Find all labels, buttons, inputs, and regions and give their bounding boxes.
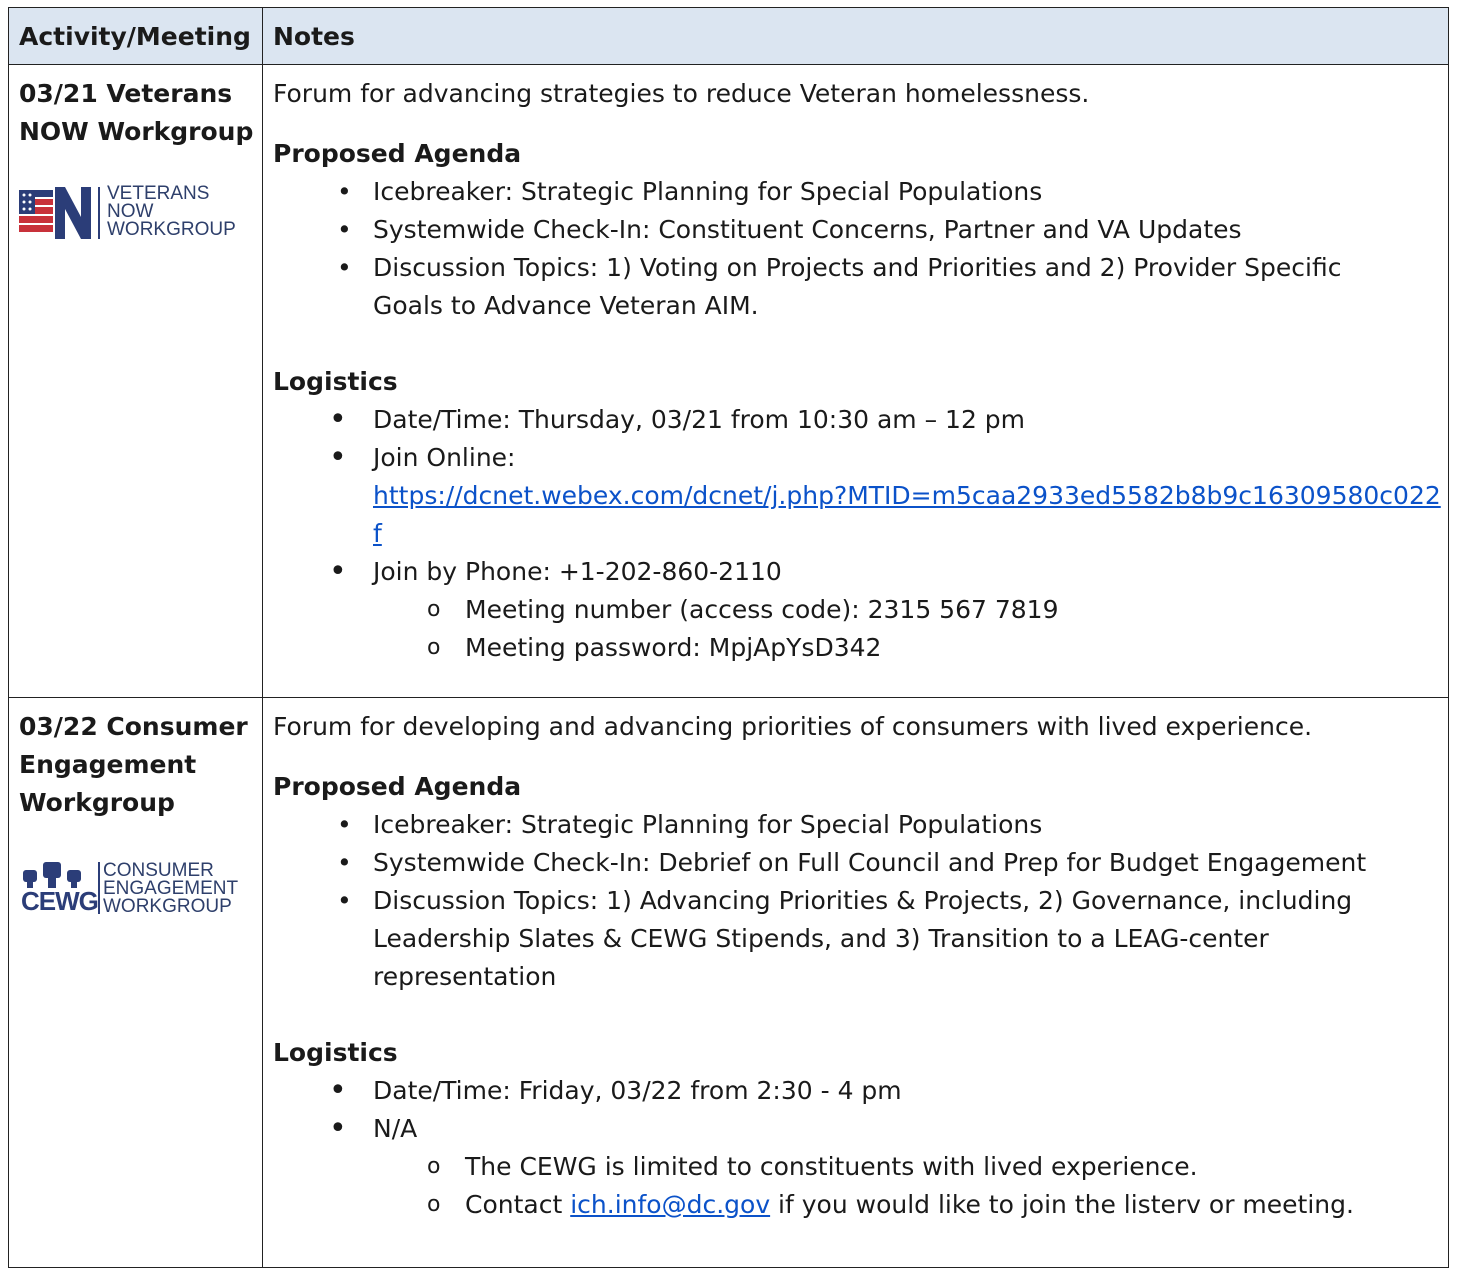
intro-text: Forum for developing and advancing prior… [273,712,1313,741]
cewg-mark: CEWG [21,886,99,916]
list-item: • Discussion Topics: 1) Voting on Project… [337,253,1342,320]
list-item: • Join Online: https://dcnet.webex.com/dc… [329,440,1441,548]
logistics-list: • Date/Time: Friday, 03/22 from 2:30 - 4 … [273,1072,1448,1224]
list-item: • Join by Phone: +1-202-860-2110 o Meeting… [273,553,1448,667]
list-item: • Icebreaker: Strategic Planning for Spec… [337,177,1043,206]
phone-details: o Meeting number (access code): 2315 567 … [273,591,1448,667]
activity-cell: 03/21 Veterans NOW Workgroup VETERANS NO… [8,64,263,698]
agenda-list: • Icebreaker: Strategic Planning for Spec… [273,806,1448,996]
activity-cell: 03/22 Consumer Engagement Workgroup CEWG [8,697,263,1268]
header-notes: Notes [262,7,1449,65]
logo-divider [98,862,100,914]
contact-email-link[interactable]: ich.info@dc.gov [570,1190,770,1219]
agenda-list: • Icebreaker: Strategic Planning for Spec… [273,173,1448,325]
table-row: 03/22 Consumer Engagement Workgroup CEWG [8,697,1449,1268]
table-row: 03/21 Veterans NOW Workgroup VETERANS NO… [8,64,1449,698]
logistics-heading: Logistics [273,1038,398,1067]
list-item: • Systemwide Check-In: Constituent Concer… [337,215,1242,244]
na-details: o The CEWG is limited to constituents wit… [273,1148,1448,1224]
veterans-now-wordmark: VETERANS NOW WORKGROUP [107,183,236,240]
list-item: • Discussion Topics: 1) Advancing Priorit… [337,886,1353,991]
activity-title: 03/21 Veterans NOW Workgroup [19,79,254,146]
header-activity: Activity/Meeting [8,7,263,65]
header-row: Activity/Meeting Notes [8,7,1449,65]
list-item: o Meeting number (access code): 2315 567 … [427,595,1059,624]
agenda-heading: Proposed Agenda [273,772,522,801]
list-item: • Date/Time: Friday, 03/22 from 2:30 - 4 … [329,1073,902,1108]
schedule-table: Activity/Meeting Notes 03/21 Veterans NO… [8,7,1449,1268]
list-item: • N/A o The CEWG is limited to constituent… [273,1110,1448,1224]
notes-cell: Forum for advancing strategies to reduce… [262,64,1449,698]
list-item: o Contact ich.info@dc.gov if you would li… [427,1190,1354,1219]
list-item: • Icebreaker: Strategic Planning for Spec… [337,810,1043,839]
activity-title: 03/22 Consumer Engagement Workgroup [19,712,248,817]
list-item: o Meeting password: MpjApYsD342 [427,633,882,662]
agenda-heading: Proposed Agenda [273,139,522,168]
join-online-link[interactable]: https://dcnet.webex.com/dcnet/j.php?MTID… [373,481,1441,548]
list-item: o The CEWG is limited to constituents wit… [427,1152,1198,1181]
logistics-heading: Logistics [273,367,398,396]
intro-text: Forum for advancing strategies to reduce… [273,79,1090,108]
notes-cell: Forum for developing and advancing prior… [262,697,1449,1268]
list-item: • Date/Time: Thursday, 03/21 from 10:30 a… [329,402,1026,437]
list-item: • Systemwide Check-In: Debrief on Full Co… [337,848,1367,877]
cewg-logo: CEWG CONSUMER ENGAGEMENT WORKGROUP [19,860,262,917]
logistics-list: • Date/Time: Thursday, 03/21 from 10:30 a… [273,401,1448,667]
veterans-now-logo: VETERANS NOW WORKGROUP [19,181,262,251]
cewg-wordmark: CONSUMER ENGAGEMENT WORKGROUP [103,860,239,917]
